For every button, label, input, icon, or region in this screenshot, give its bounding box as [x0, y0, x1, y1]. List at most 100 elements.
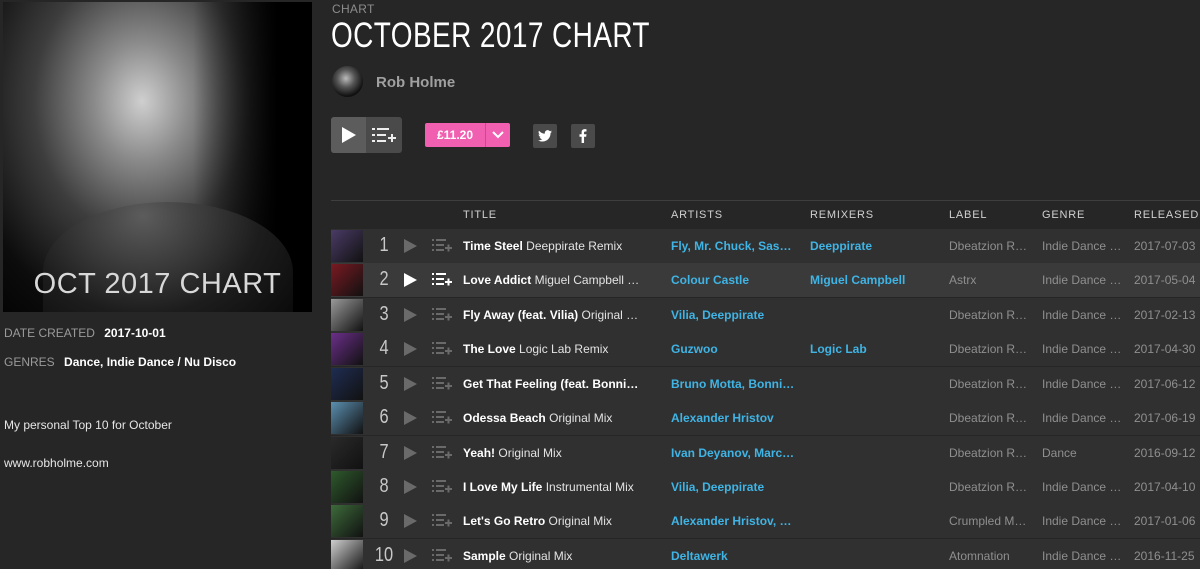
track-mix[interactable]: Original Mix [549, 411, 612, 425]
share-facebook-button[interactable] [571, 124, 595, 148]
track-label[interactable]: Dbeatzion R… [949, 446, 1031, 460]
table-row[interactable]: 9 Let's Go Retro Original Mix Alexander Hr… [331, 504, 1200, 538]
track-label[interactable]: Dbeatzion R… [949, 308, 1031, 322]
track-title[interactable]: Odessa Beach Original Mix [463, 411, 658, 425]
track-name[interactable]: Fly Away (feat. Vilia) [463, 308, 578, 322]
table-row[interactable]: 1 Time Steel Deeppirate Remix Fly, Mr. Chu… [331, 229, 1200, 263]
add-to-queue-icon[interactable] [432, 238, 452, 252]
track-name[interactable]: Sample [463, 549, 506, 563]
track-mix[interactable]: Original Mix [498, 446, 561, 460]
table-row[interactable]: 3 Fly Away (feat. Vilia) Original … Vilia,… [331, 298, 1200, 332]
track-name[interactable]: Odessa Beach [463, 411, 546, 425]
track-name[interactable]: The Love [463, 342, 516, 356]
track-artists[interactable]: Fly, Mr. Chuck, Sas… [671, 239, 797, 253]
track-label[interactable]: Astrx [949, 273, 1031, 287]
track-name[interactable]: Time Steel [463, 239, 523, 253]
add-to-queue-icon[interactable] [432, 513, 452, 527]
track-artists[interactable]: Alexander Hristov [671, 411, 797, 425]
track-title[interactable]: Get That Feeling (feat. Bonni… [463, 377, 658, 391]
track-title[interactable]: Yeah! Original Mix [463, 446, 658, 460]
track-title[interactable]: Let's Go Retro Original Mix [463, 514, 658, 528]
track-mix[interactable]: Logic Lab Remix [519, 342, 608, 356]
play-icon[interactable] [404, 377, 417, 391]
play-icon[interactable] [404, 549, 417, 563]
table-row[interactable]: 5 Get That Feeling (feat. Bonni… Bruno Mo… [331, 367, 1200, 401]
track-genre[interactable]: Indie Dance … [1042, 308, 1124, 322]
track-label[interactable]: Dbeatzion R… [949, 480, 1031, 494]
play-icon[interactable] [404, 480, 417, 494]
track-mix[interactable]: Deeppirate Remix [526, 239, 622, 253]
table-row[interactable]: 10 Sample Original Mix Deltawerk Atomnation… [331, 539, 1200, 569]
track-genre[interactable]: Indie Dance … [1042, 239, 1124, 253]
table-row[interactable]: 2 Love Addict Miguel Campbell … Colour Cas… [331, 263, 1200, 297]
play-icon[interactable] [404, 342, 417, 356]
track-title[interactable]: The Love Logic Lab Remix [463, 342, 658, 356]
track-label[interactable]: Crumpled M… [949, 514, 1031, 528]
play-icon[interactable] [404, 239, 417, 253]
track-mix[interactable]: Miguel Campbell … [535, 273, 640, 287]
play-icon[interactable] [404, 411, 417, 425]
track-mix[interactable]: Original Mix [549, 514, 612, 528]
track-genre[interactable]: Indie Dance … [1042, 514, 1124, 528]
breadcrumb[interactable]: CHART [332, 2, 375, 16]
add-all-to-queue-button[interactable] [366, 117, 402, 153]
table-row[interactable]: 6 Odessa Beach Original Mix Alexander Hris… [331, 401, 1200, 435]
track-genre[interactable]: Indie Dance … [1042, 273, 1124, 287]
track-artwork[interactable] [331, 402, 363, 434]
track-label[interactable]: Atomnation [949, 549, 1031, 563]
table-row[interactable]: 7 Yeah! Original Mix Ivan Deyanov, Marc… Db… [331, 436, 1200, 470]
add-to-queue-icon[interactable] [432, 272, 452, 286]
add-to-queue-icon[interactable] [432, 410, 452, 424]
track-genre[interactable]: Indie Dance … [1042, 411, 1124, 425]
artist-name[interactable]: Rob Holme [376, 74, 455, 91]
add-to-queue-icon[interactable] [432, 445, 452, 459]
play-icon[interactable] [404, 308, 417, 322]
avatar[interactable] [332, 66, 363, 97]
track-genre[interactable]: Indie Dance … [1042, 377, 1124, 391]
track-name[interactable]: Let's Go Retro [463, 514, 545, 528]
track-artists[interactable]: Vilia, Deeppirate [671, 308, 797, 322]
table-row[interactable]: 4 The Love Logic Lab Remix Guzwoo Logic Lab… [331, 332, 1200, 366]
track-label[interactable]: Dbeatzion R… [949, 411, 1031, 425]
add-to-queue-icon[interactable] [432, 376, 452, 390]
price-dropdown-button[interactable] [485, 123, 510, 147]
track-remixers[interactable]: Miguel Campbell [810, 273, 936, 287]
price-label[interactable]: £11.20 [425, 123, 485, 147]
add-to-queue-icon[interactable] [432, 548, 452, 562]
play-icon[interactable] [404, 446, 417, 460]
track-title[interactable]: Time Steel Deeppirate Remix [463, 239, 658, 253]
track-artwork[interactable] [331, 437, 363, 469]
track-artwork[interactable] [331, 471, 363, 503]
track-label[interactable]: Dbeatzion R… [949, 239, 1031, 253]
track-title[interactable]: Love Addict Miguel Campbell … [463, 273, 658, 287]
track-artists[interactable]: Vilia, Deeppirate [671, 480, 797, 494]
share-twitter-button[interactable] [533, 124, 557, 148]
track-artists[interactable]: Alexander Hristov, … [671, 514, 797, 528]
track-artists[interactable]: Colour Castle [671, 273, 797, 287]
table-row[interactable]: 8 I Love My Life Instrumental Mix Vilia, D… [331, 470, 1200, 504]
track-artwork[interactable] [331, 230, 363, 262]
track-label[interactable]: Dbeatzion R… [949, 342, 1031, 356]
track-name[interactable]: Get That Feeling (feat. Bonni… [463, 377, 638, 391]
track-title[interactable]: I Love My Life Instrumental Mix [463, 480, 658, 494]
track-artists[interactable]: Deltawerk [671, 549, 797, 563]
track-genre[interactable]: Dance [1042, 446, 1124, 460]
track-mix[interactable]: Instrumental Mix [546, 480, 634, 494]
track-title[interactable]: Fly Away (feat. Vilia) Original … [463, 308, 658, 322]
add-to-queue-icon[interactable] [432, 479, 452, 493]
track-mix[interactable]: Original … [582, 308, 639, 322]
play-all-button[interactable] [331, 117, 366, 153]
track-artwork[interactable] [331, 299, 363, 331]
track-remixers[interactable]: Logic Lab [810, 342, 936, 356]
play-icon[interactable] [404, 273, 417, 287]
track-genre[interactable]: Indie Dance … [1042, 480, 1124, 494]
add-to-queue-icon[interactable] [432, 307, 452, 321]
genres-value[interactable]: Dance, Indie Dance / Nu Disco [64, 355, 236, 369]
track-artwork[interactable] [331, 368, 363, 400]
track-artwork[interactable] [331, 333, 363, 365]
track-remixers[interactable]: Deeppirate [810, 239, 936, 253]
track-mix[interactable]: Original Mix [509, 549, 572, 563]
track-artwork[interactable] [331, 540, 363, 569]
play-icon[interactable] [404, 514, 417, 528]
track-artists[interactable]: Guzwoo [671, 342, 797, 356]
